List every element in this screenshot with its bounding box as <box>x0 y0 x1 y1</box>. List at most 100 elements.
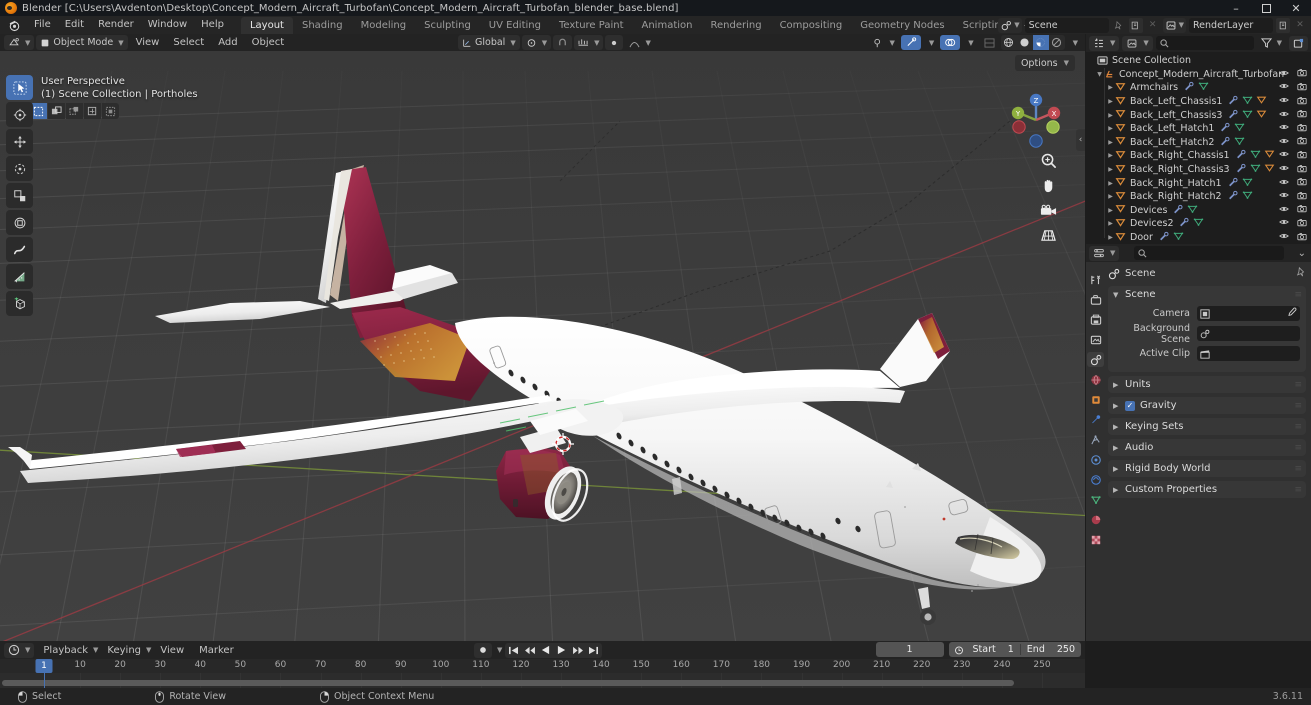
mesh-icon[interactable] <box>1234 136 1245 149</box>
disclosure-triangle[interactable]: ▶ <box>1106 166 1115 173</box>
panel-audio-header[interactable]: ▶ Audio ≡ <box>1108 439 1306 456</box>
timeline-editor-type-selector[interactable]: ▼ <box>4 642 35 658</box>
hide-in-viewport-icon[interactable] <box>1279 123 1289 134</box>
close-button[interactable]: ✕ <box>1281 0 1311 16</box>
disable-in-renders-icon[interactable] <box>1297 218 1307 230</box>
viewport-sidebar-toggle[interactable]: ‹ <box>1076 129 1085 151</box>
modifier-icon[interactable] <box>1159 231 1170 242</box>
outliner-row-object[interactable]: ▶ Door <box>1086 231 1311 242</box>
menu-file[interactable]: File <box>27 16 58 34</box>
3d-viewport[interactable]: User Perspective (1) Scene Collection | … <box>0 51 1085 641</box>
modifier-icon[interactable] <box>1228 177 1239 190</box>
viewlayer-name-field[interactable]: RenderLayer <box>1189 17 1273 33</box>
timeline-menu-playback[interactable]: Playback <box>37 643 94 658</box>
disclosure-triangle[interactable]: ▶ <box>1106 180 1115 187</box>
hide-in-viewport-icon[interactable] <box>1279 69 1289 80</box>
delete-viewlayer-button[interactable]: ✕ <box>1293 18 1307 33</box>
modifier-icon[interactable] <box>1228 190 1239 203</box>
toggle-perspective-icon[interactable] <box>1039 226 1058 245</box>
hide-in-viewport-icon[interactable] <box>1279 191 1289 202</box>
disable-in-renders-icon[interactable] <box>1297 204 1307 216</box>
camera-view-icon[interactable] <box>1039 201 1058 220</box>
mesh-icon[interactable] <box>1242 109 1253 122</box>
select-intersect-icon[interactable] <box>102 103 119 119</box>
mesh-icon[interactable] <box>1250 163 1261 176</box>
timeline-menu-keying[interactable]: Keying <box>101 643 147 658</box>
disclosure-triangle[interactable]: ▶ <box>1106 152 1115 159</box>
timeline-menu-marker[interactable]: Marker <box>193 643 240 658</box>
hide-in-viewport-icon[interactable] <box>1279 218 1289 229</box>
disclosure-triangle[interactable]: ▶ <box>1106 139 1115 146</box>
gravity-checkbox[interactable]: ✓ <box>1125 400 1135 411</box>
minimize-button[interactable]: – <box>1221 0 1251 16</box>
delete-scene-button[interactable]: ✕ <box>1146 18 1160 33</box>
timeline-horizontal-scrollbar[interactable] <box>2 680 1014 686</box>
outliner-row-object[interactable]: ▶ Back_Left_Chassis3 <box>1086 108 1311 122</box>
hide-in-viewport-icon[interactable] <box>1279 110 1289 121</box>
texture-tab[interactable] <box>1087 532 1104 547</box>
zoom-icon[interactable] <box>1039 151 1058 170</box>
view-layer-tab[interactable] <box>1087 332 1104 347</box>
add-cube-tool[interactable] <box>6 291 33 316</box>
proportional-falloff-selector[interactable]: ▼ <box>625 35 654 50</box>
timeline-menu-view[interactable]: View <box>154 643 190 658</box>
viewport-menu-select[interactable]: Select <box>167 35 210 50</box>
mesh-icon[interactable] <box>1242 95 1253 108</box>
world-tab[interactable] <box>1087 372 1104 387</box>
outliner-row-object[interactable]: ▶ Back_Left_Hatch2 <box>1086 136 1311 150</box>
tab-modeling[interactable]: Modeling <box>352 17 416 34</box>
select-invert-icon[interactable] <box>84 103 101 119</box>
shading-wireframe[interactable] <box>1001 35 1017 50</box>
tab-shading[interactable]: Shading <box>293 17 352 34</box>
modifier-icon[interactable] <box>1179 217 1190 230</box>
modifier-icon[interactable] <box>1184 81 1195 94</box>
menu-window[interactable]: Window <box>141 16 194 34</box>
material-tab[interactable] <box>1087 512 1104 527</box>
object-data-tab[interactable] <box>1087 492 1104 507</box>
disclosure-triangle[interactable]: ▶ <box>1106 193 1115 200</box>
shading-settings[interactable]: ▼ <box>1067 35 1082 50</box>
next-keyframe-button[interactable] <box>570 643 585 658</box>
snap-settings[interactable]: ▼ <box>574 35 604 50</box>
physics-tab[interactable] <box>1087 452 1104 467</box>
cursor-tool[interactable] <box>6 102 33 127</box>
disable-in-renders-icon[interactable] <box>1297 164 1307 176</box>
mesh-icon[interactable] <box>1250 149 1261 162</box>
constraints-tab[interactable] <box>1087 472 1104 487</box>
mesh-icon[interactable] <box>1173 231 1184 242</box>
disclosure-triangle[interactable]: ▶ <box>1106 98 1115 105</box>
outliner-row-object[interactable]: ▶ Devices <box>1086 204 1311 218</box>
disclosure-triangle[interactable]: ▶ <box>1106 220 1115 227</box>
outliner-row-object[interactable]: ▶ Back_Left_Hatch1 <box>1086 122 1311 136</box>
disclosure-triangle-open[interactable]: ▼ <box>1095 71 1104 78</box>
mesh-icon[interactable] <box>1242 190 1253 203</box>
camera-field[interactable] <box>1197 306 1300 321</box>
tab-rendering[interactable]: Rendering <box>701 17 770 34</box>
viewlayer-browse-dropdown[interactable]: ▼ <box>1162 17 1186 33</box>
modifier-icon[interactable] <box>1228 109 1239 122</box>
mesh-icon[interactable] <box>1242 177 1253 190</box>
proportional-editing-toggle[interactable] <box>605 35 624 50</box>
outliner-search-input[interactable] <box>1155 36 1254 50</box>
tab-geometry-nodes[interactable]: Geometry Nodes <box>851 17 953 34</box>
select-subtract-icon[interactable] <box>66 103 83 119</box>
output-tab[interactable] <box>1087 312 1104 327</box>
overlays-toggle[interactable] <box>940 35 961 50</box>
interaction-mode-selector[interactable]: Object Mode ▼ <box>36 35 128 50</box>
render-tab[interactable] <box>1087 292 1104 307</box>
disable-in-renders-icon[interactable] <box>1297 136 1307 148</box>
mesh-icon[interactable] <box>1198 81 1209 94</box>
tab-compositing[interactable]: Compositing <box>771 17 852 34</box>
panel-custom-properties-header[interactable]: ▶ Custom Properties ≡ <box>1108 481 1306 498</box>
rotate-tool[interactable] <box>6 156 33 181</box>
tool-tab[interactable] <box>1087 272 1104 287</box>
modifier-icon[interactable] <box>1220 136 1231 149</box>
mesh-icon[interactable] <box>1234 122 1245 135</box>
disclosure-triangle[interactable]: ▶ <box>1106 112 1115 119</box>
shading-rendered[interactable] <box>1049 35 1065 50</box>
transform-orientation-selector[interactable]: Global ▼ <box>458 35 520 50</box>
viewport-menu-add[interactable]: Add <box>212 35 243 50</box>
object-tab[interactable] <box>1087 392 1104 407</box>
outliner-tree[interactable]: Scene Collection ▼ Concept_Modern_Aircra… <box>1086 52 1311 242</box>
modifier-icon[interactable] <box>1236 149 1247 162</box>
